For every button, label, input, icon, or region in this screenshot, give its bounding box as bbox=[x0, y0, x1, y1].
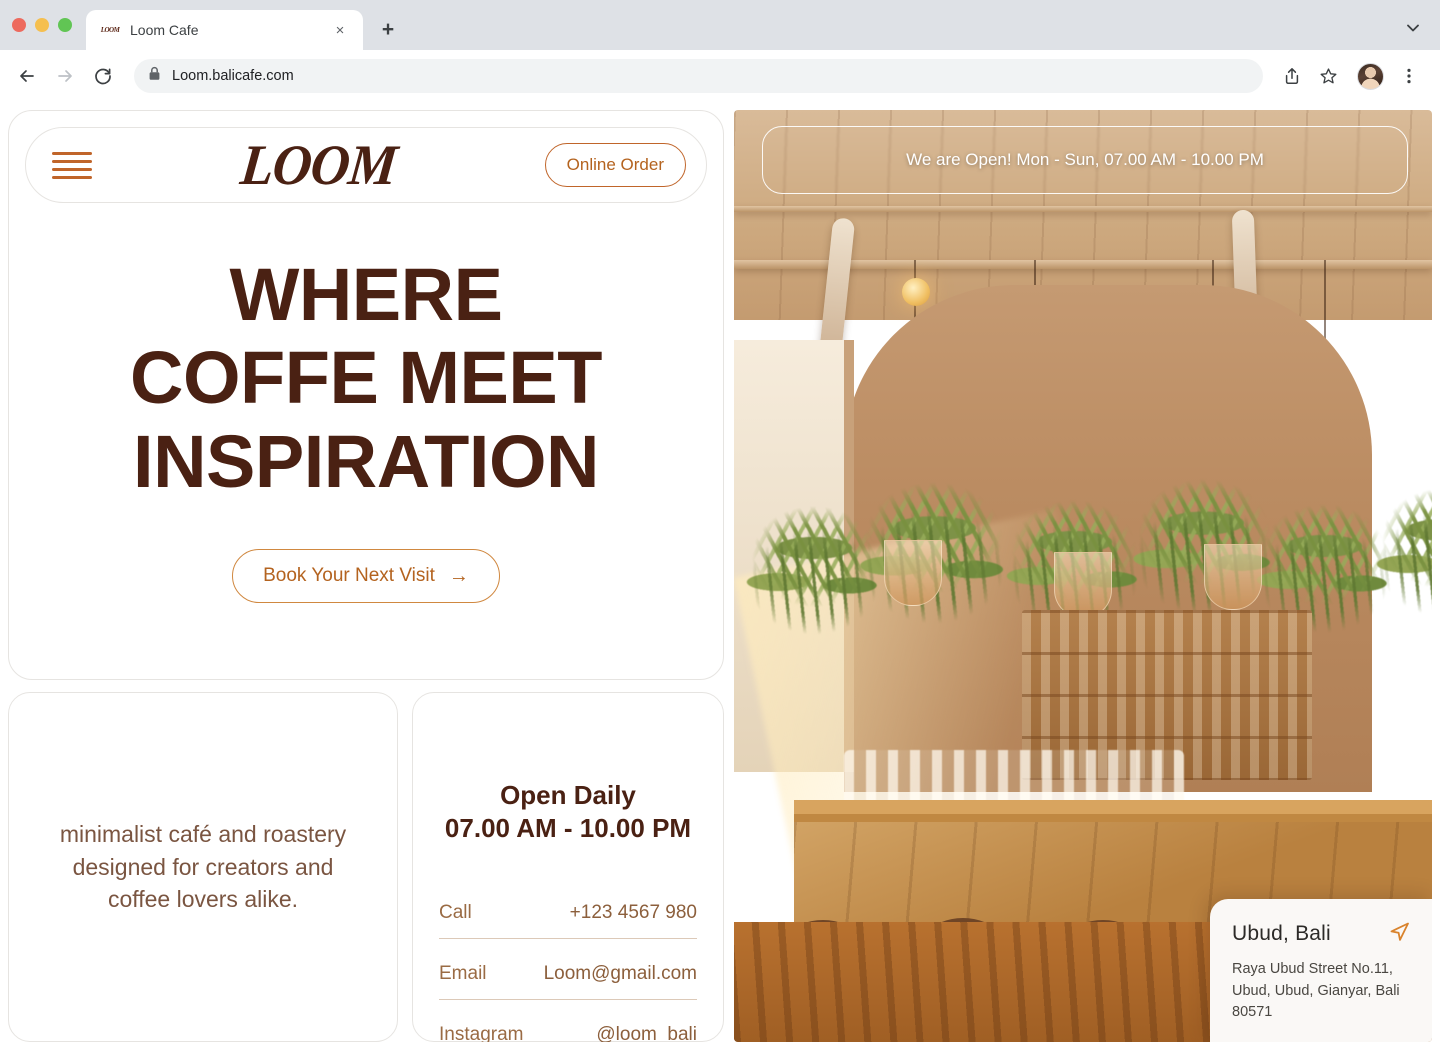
book-visit-label: Book Your Next Visit bbox=[263, 565, 435, 587]
brand-logo: LOOM bbox=[237, 133, 400, 197]
url-text: Loom.balicafe.com bbox=[172, 68, 294, 84]
favicon-icon: LOOM bbox=[100, 26, 120, 34]
hero-body: WHERE COFFE MEET INSPIRATION Book Your N… bbox=[25, 203, 707, 679]
page-viewport: LOOM Online Order WHERE COFFE MEET INSPI… bbox=[0, 102, 1440, 1042]
hamburger-menu-icon[interactable] bbox=[52, 151, 92, 179]
contact-value: +123 4567 980 bbox=[569, 902, 697, 923]
reload-button[interactable] bbox=[86, 59, 120, 93]
share-icon[interactable] bbox=[1275, 59, 1309, 93]
open-hours-block: Open Daily 07.00 AM - 10.00 PM bbox=[439, 779, 697, 844]
browser-menu-icon[interactable] bbox=[1392, 59, 1426, 93]
location-title: Ubud, Bali bbox=[1232, 922, 1331, 946]
tab-search-chevron-down-icon[interactable] bbox=[1400, 15, 1426, 41]
tab-title: Loom Cafe bbox=[130, 22, 199, 38]
open-hours-banner: We are Open! Mon - Sun, 07.00 AM - 10.00… bbox=[762, 126, 1408, 194]
browser-window: LOOM Loom Cafe × + Loom.balicafe.com LOO… bbox=[0, 0, 1440, 1042]
contact-label: Email bbox=[439, 963, 487, 984]
location-card[interactable]: Ubud, Bali Raya Ubud Street No.11, Ubud,… bbox=[1210, 898, 1432, 1042]
close-window-button[interactable] bbox=[12, 18, 26, 32]
info-card: Open Daily 07.00 AM - 10.00 PM Call +123… bbox=[412, 692, 724, 1042]
contact-row-instagram[interactable]: Instagram @loom_bali bbox=[439, 1018, 697, 1042]
contact-label: Call bbox=[439, 902, 472, 923]
navigation-arrow-icon[interactable] bbox=[1386, 919, 1412, 950]
about-card: minimalist café and roastery designed fo… bbox=[8, 692, 398, 1042]
online-order-button[interactable]: Online Order bbox=[544, 143, 686, 187]
window-controls bbox=[12, 0, 86, 50]
location-address: Raya Ubud Street No.11, Ubud, Ubud, Gian… bbox=[1232, 960, 1400, 1021]
about-text: minimalist café and roastery designed fo… bbox=[59, 821, 347, 913]
left-panel: LOOM Online Order WHERE COFFE MEET INSPI… bbox=[0, 102, 734, 1042]
arrow-right-icon: → bbox=[448, 565, 469, 588]
bookmark-star-icon[interactable] bbox=[1311, 59, 1345, 93]
open-daily-hours: 07.00 AM - 10.00 PM bbox=[444, 812, 692, 843]
contact-value: Loom@gmail.com bbox=[543, 963, 697, 984]
tab-strip: LOOM Loom Cafe × + bbox=[0, 0, 1440, 50]
minimize-window-button[interactable] bbox=[35, 18, 49, 32]
page-title: WHERE COFFE MEET INSPIRATION bbox=[130, 253, 602, 504]
site-header: LOOM Online Order bbox=[25, 127, 707, 203]
back-button[interactable] bbox=[10, 59, 44, 93]
lock-icon bbox=[148, 66, 161, 86]
hero-card: LOOM Online Order WHERE COFFE MEET INSPI… bbox=[8, 110, 724, 680]
hero-title-line-1: WHERE bbox=[229, 252, 503, 336]
address-bar[interactable]: Loom.balicafe.com bbox=[134, 59, 1263, 93]
hero-title-line-2: COFFE MEET bbox=[130, 336, 602, 420]
open-daily-title: Open Daily bbox=[500, 780, 636, 810]
browser-toolbar: Loom.balicafe.com bbox=[0, 50, 1440, 102]
contact-list: Call +123 4567 980 Email Loom@gmail.com … bbox=[439, 896, 697, 1042]
bottom-cards-row: minimalist café and roastery designed fo… bbox=[8, 692, 724, 1042]
contact-label: Instagram bbox=[439, 1024, 524, 1042]
contact-row-email[interactable]: Email Loom@gmail.com bbox=[439, 957, 697, 1000]
toolbar-icons bbox=[1275, 59, 1426, 93]
book-visit-button[interactable]: Book Your Next Visit → bbox=[232, 549, 500, 604]
close-tab-icon[interactable]: × bbox=[329, 19, 351, 41]
browser-tab[interactable]: LOOM Loom Cafe × bbox=[86, 10, 363, 50]
contact-row-call[interactable]: Call +123 4567 980 bbox=[439, 896, 697, 939]
new-tab-button[interactable]: + bbox=[371, 13, 405, 47]
location-header: Ubud, Bali bbox=[1232, 919, 1412, 950]
forward-button[interactable] bbox=[48, 59, 82, 93]
hero-title-line-3: INSPIRATION bbox=[133, 419, 599, 503]
profile-avatar[interactable] bbox=[1357, 62, 1384, 90]
maximize-window-button[interactable] bbox=[58, 18, 72, 32]
contact-value: @loom_bali bbox=[596, 1024, 697, 1042]
banner-text: We are Open! Mon - Sun, 07.00 AM - 10.00… bbox=[906, 150, 1264, 169]
cafe-photo-panel: We are Open! Mon - Sun, 07.00 AM - 10.00… bbox=[734, 110, 1432, 1042]
